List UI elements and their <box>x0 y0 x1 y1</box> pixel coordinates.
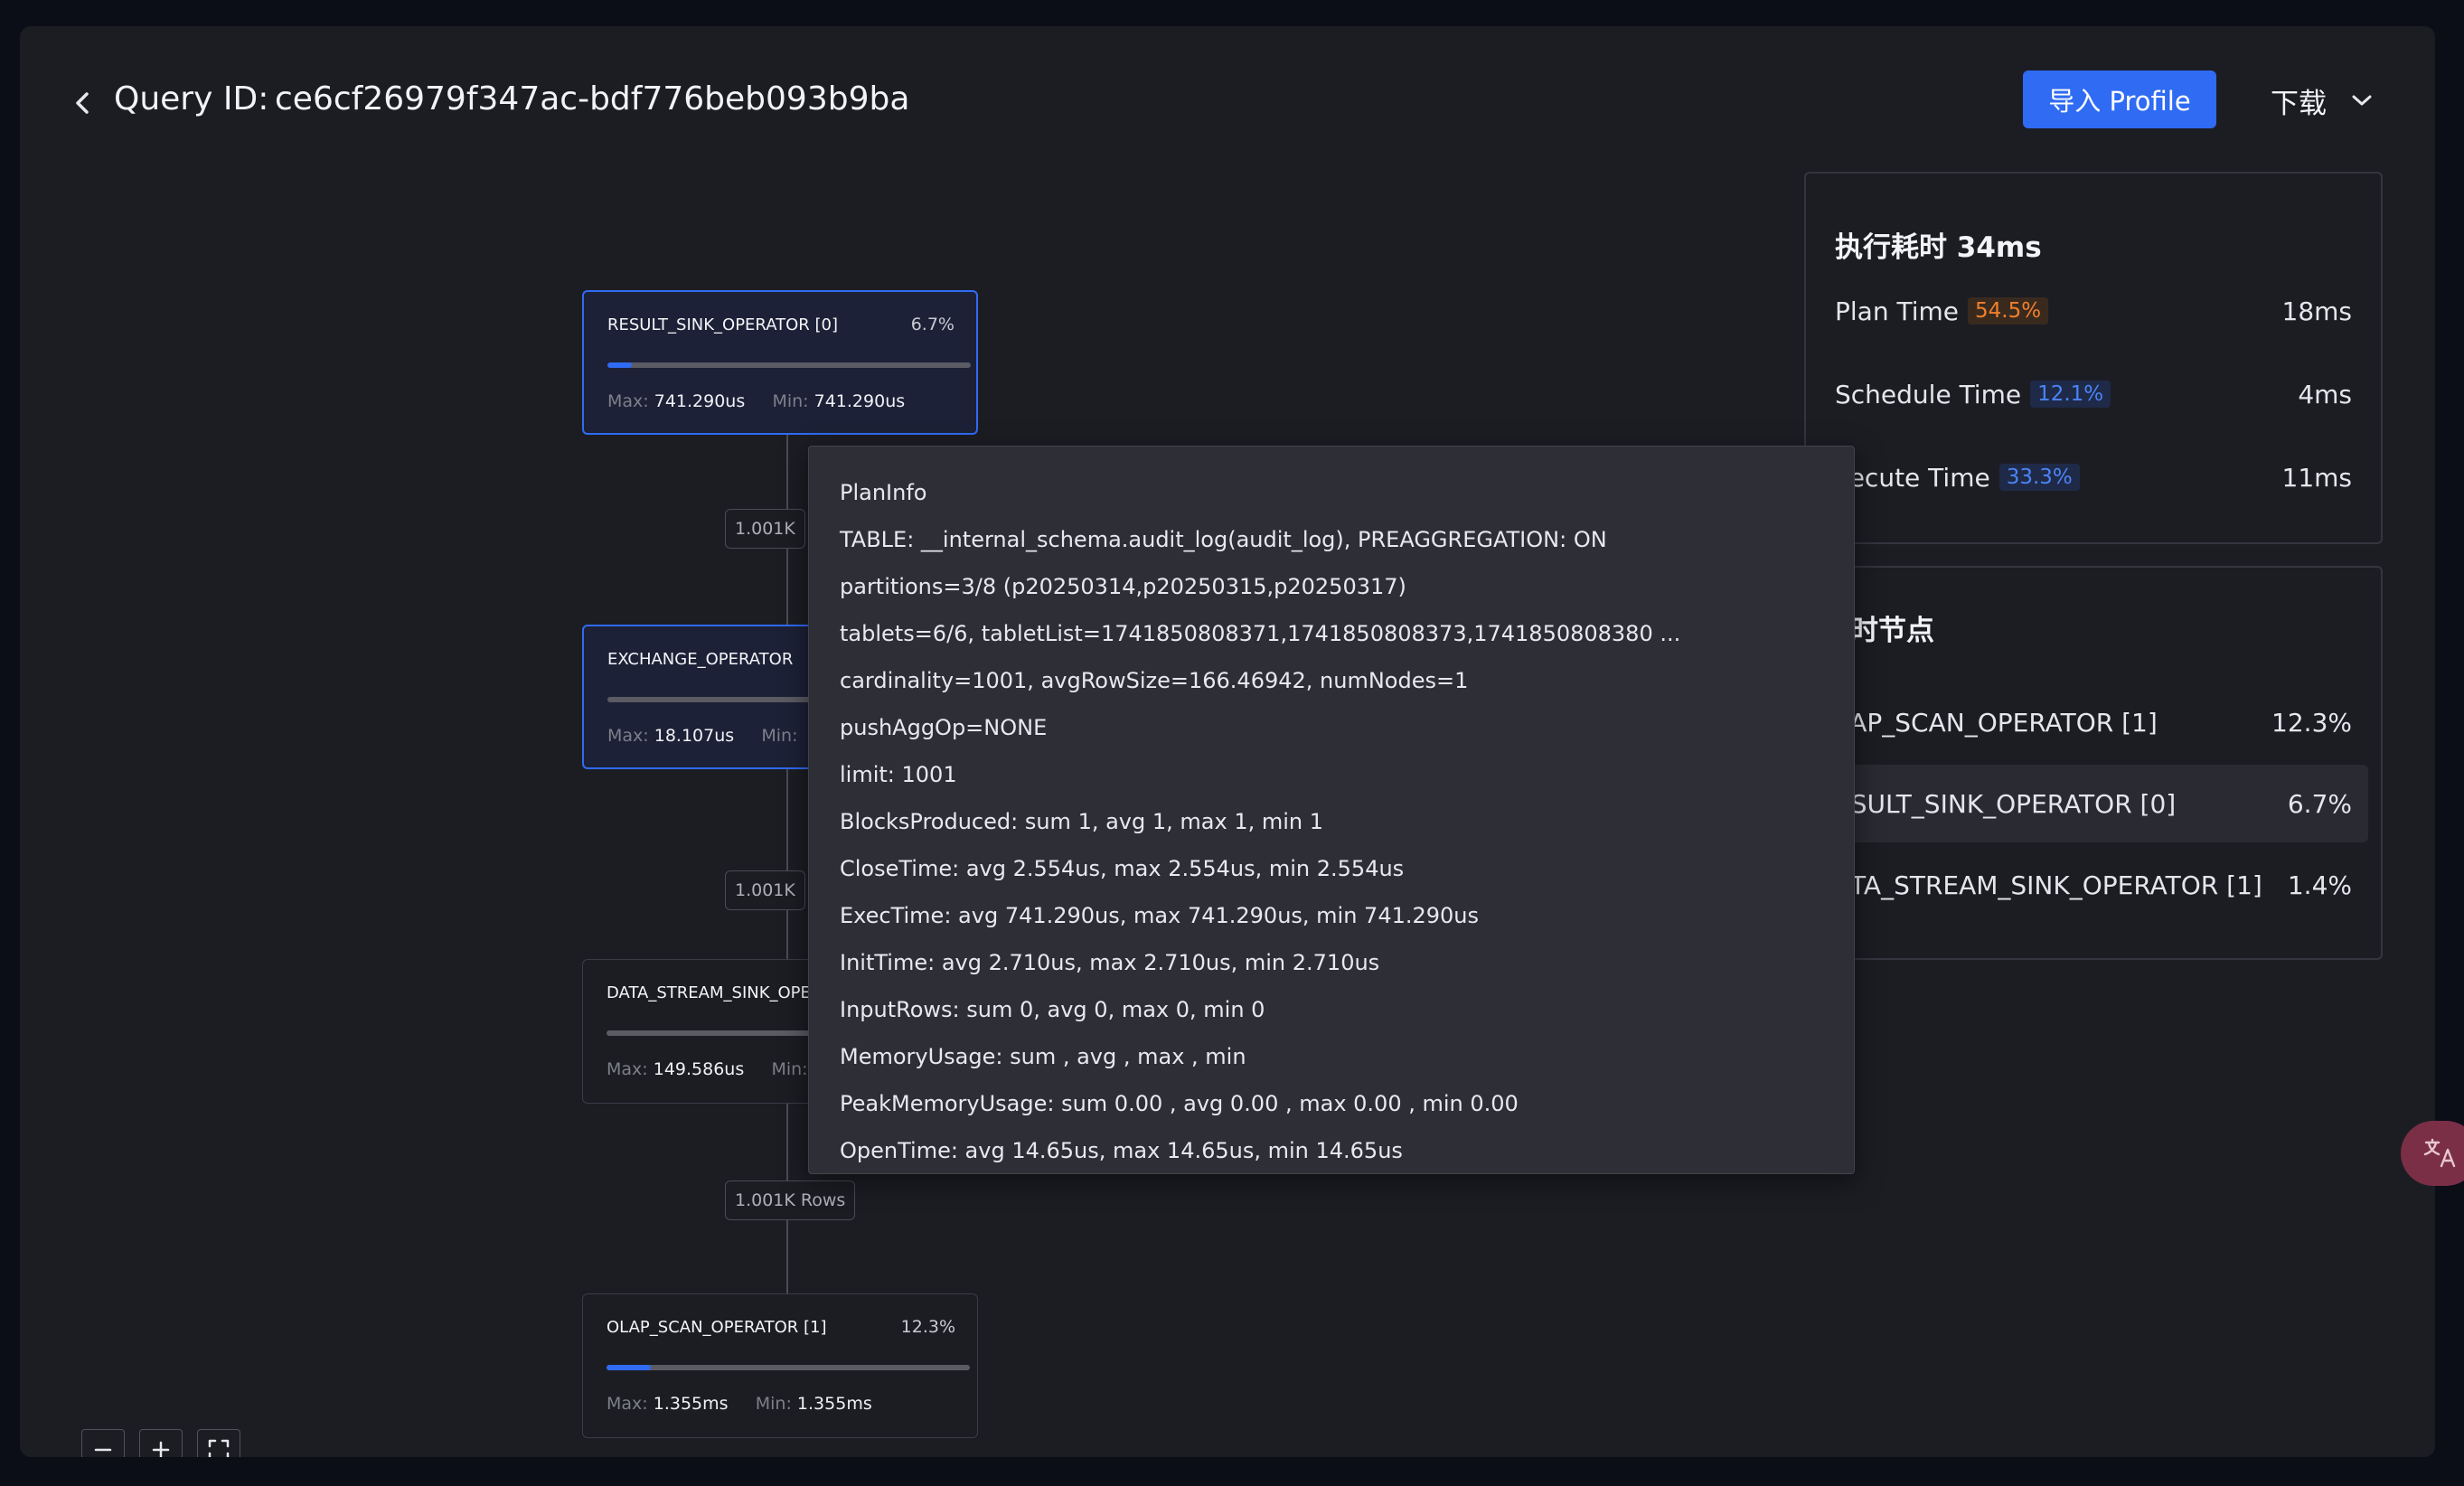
execution-time-title: 执行耗时 34ms <box>1835 231 2042 264</box>
minus-icon <box>94 1448 112 1452</box>
row-label: Plan Time <box>1835 296 1959 326</box>
operator-node-olap-scan[interactable]: OLAP_SCAN_OPERATOR [1] 12.3% Max: 1.355m… <box>582 1293 978 1438</box>
node-label: ESULT_SINK_OPERATOR [0] <box>1835 788 2177 819</box>
schedule-time-row: Schedule Time 12.1% 4ms <box>1835 372 2352 416</box>
percent-badge: 54.5% <box>1968 297 2049 324</box>
operator-stats: Max: 741.290us Min: 741.290us <box>607 391 905 411</box>
row-value: 18ms <box>2281 296 2353 326</box>
node-percent: 1.4% <box>2287 870 2352 900</box>
tooltip-line: PlanInfo <box>840 480 927 505</box>
operator-progress-bar <box>607 362 971 368</box>
row-label: Schedule Time <box>1835 379 2022 409</box>
node-label: LAP_SCAN_OPERATOR [1] <box>1835 707 2158 738</box>
min-label: Min: <box>772 391 809 411</box>
progress-fill <box>607 1365 652 1370</box>
max-value: 741.290us <box>654 391 746 411</box>
operator-percent: 12.3% <box>900 1317 955 1337</box>
max-value: 1.355ms <box>653 1394 729 1414</box>
percent-badge: 12.1% <box>2030 381 2111 408</box>
tooltip-line: InitTime: avg 2.710us, max 2.710us, min … <box>840 950 1380 975</box>
tooltip-line: ExecTime: avg 741.290us, max 741.290us, … <box>840 903 1480 928</box>
min-value: 741.290us <box>813 391 906 411</box>
row-value: 4ms <box>2298 379 2352 409</box>
profile-window: Query ID: ce6cf26979f347ac-bdf776beb093b… <box>20 26 2435 1457</box>
download-dropdown[interactable]: 下载 <box>2271 80 2374 120</box>
plus-icon <box>152 1441 170 1457</box>
fullscreen-icon <box>208 1439 230 1457</box>
zoom-out-button[interactable] <box>81 1429 125 1457</box>
operator-percent: 6.7% <box>910 315 955 334</box>
tooltip-line: PeakMemoryUsage: sum 0.00 , avg 0.00 , m… <box>840 1091 1519 1116</box>
slow-node-row[interactable]: LAP_SCAN_OPERATOR [1] 12.3% <box>1819 683 2368 761</box>
max-label: Max: <box>607 1394 648 1414</box>
tooltip-line: partitions=3/8 (p20250314,p20250315,p202… <box>840 574 1406 599</box>
tooltip-line: InputRows: sum 0, avg 0, max 0, min 0 <box>840 997 1265 1022</box>
operator-name: EXCHANGE_OPERATOR <box>607 650 794 669</box>
row-value: 11ms <box>2281 462 2353 493</box>
tooltip-line: cardinality=1001, avgRowSize=166.46942, … <box>840 668 1469 693</box>
query-id-label: Query ID: <box>114 80 269 118</box>
rows-badge: 1.001K Rows <box>725 1180 856 1220</box>
download-label: 下载 <box>2271 87 2327 120</box>
max-label: Max: <box>607 726 649 746</box>
zoom-in-button[interactable] <box>139 1429 183 1457</box>
rows-badge: 1.001K <box>725 870 805 910</box>
min-label: Min: <box>755 1394 792 1414</box>
plan-time-row: Plan Time 54.5% 18ms <box>1835 289 2352 333</box>
operator-info-tooltip: PlanInfo TABLE: __internal_schema.audit_… <box>808 446 1855 1174</box>
translate-icon <box>2423 1138 2456 1168</box>
max-label: Max: <box>607 1059 648 1079</box>
slow-node-row[interactable]: ESULT_SINK_OPERATOR [0] 6.7% <box>1819 765 2368 842</box>
operator-stats: Max: 1.355ms Min: 1.355ms <box>607 1394 872 1414</box>
max-label: Max: <box>607 391 649 411</box>
execute-time-row: xecute Time 33.3% 11ms <box>1835 456 2352 499</box>
tooltip-line: TABLE: __internal_schema.audit_log(audit… <box>840 527 1607 552</box>
tooltip-line: limit: 1001 <box>840 762 957 787</box>
node-percent: 6.7% <box>2287 788 2352 819</box>
tooltip-line: OpenTime: avg 14.65us, max 14.65us, min … <box>840 1138 1403 1163</box>
max-value: 149.586us <box>653 1059 745 1079</box>
tooltip-line: pushAggOp=NONE <box>840 715 1048 740</box>
row-label: xecute Time <box>1835 462 1990 493</box>
min-label: Min: <box>771 1059 808 1079</box>
chevron-down-icon <box>2352 95 2372 106</box>
fit-view-button[interactable] <box>197 1429 240 1457</box>
tooltip-line: BlocksProduced: sum 1, avg 1, max 1, min… <box>840 809 1323 834</box>
tooltip-line: CloseTime: avg 2.554us, max 2.554us, min… <box>840 856 1405 881</box>
execution-time-panel: 执行耗时 34ms Plan Time 54.5% 18ms Schedule … <box>1804 172 2383 544</box>
node-percent: 12.3% <box>2271 707 2352 738</box>
min-label: Min: <box>761 726 798 746</box>
progress-fill <box>607 362 632 368</box>
operator-name: OLAP_SCAN_OPERATOR [1] <box>607 1318 827 1337</box>
rows-badge: 1.001K <box>725 509 805 549</box>
slow-node-row[interactable]: ATA_STREAM_SINK_OPERATOR [1] 1.4% <box>1819 846 2368 924</box>
operator-name: RESULT_SINK_OPERATOR [0] <box>607 315 839 334</box>
operator-stats: Max: 149.586us Min: <box>607 1059 808 1079</box>
back-icon[interactable] <box>65 85 98 121</box>
percent-badge: 33.3% <box>1998 464 2080 491</box>
slow-nodes-panel: 耗时节点 LAP_SCAN_OPERATOR [1] 12.3% ESULT_S… <box>1804 566 2383 960</box>
import-profile-button[interactable]: 导入 Profile <box>2023 71 2216 128</box>
tooltip-line: tablets=6/6, tabletList=1741850808371,17… <box>840 621 1681 646</box>
translate-button[interactable] <box>2401 1121 2464 1186</box>
operator-progress-bar <box>607 1365 970 1370</box>
operator-stats: Max: 18.107us Min: <box>607 726 798 746</box>
min-value: 1.355ms <box>796 1394 872 1414</box>
query-id-value: ce6cf26979f347ac-bdf776beb093b9ba <box>275 80 910 118</box>
operator-node-result-sink[interactable]: RESULT_SINK_OPERATOR [0] 6.7% Max: 741.2… <box>582 290 978 435</box>
tooltip-line: MemoryUsage: sum , avg , max , min <box>840 1044 1246 1069</box>
max-value: 18.107us <box>654 726 735 746</box>
node-label: ATA_STREAM_SINK_OPERATOR [1] <box>1835 870 2262 900</box>
